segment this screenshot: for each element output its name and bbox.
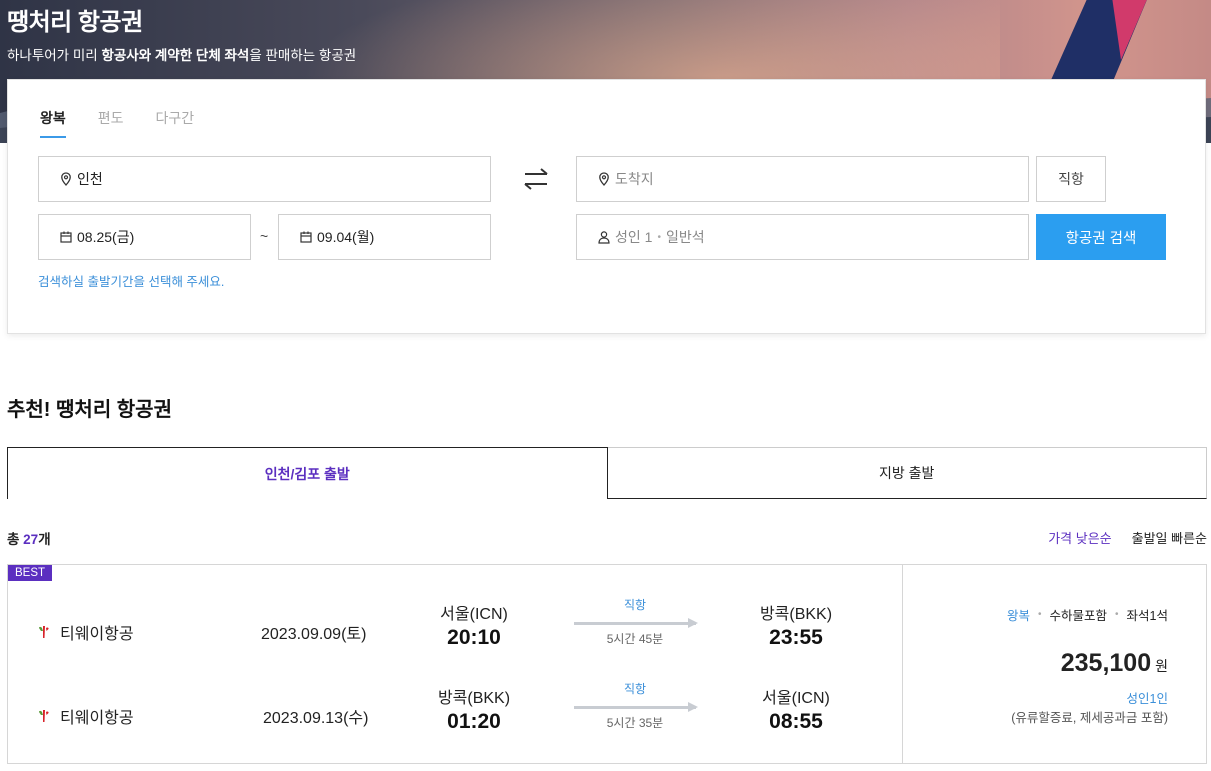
departure-time: 01:20	[447, 710, 501, 733]
outbound-leg: 티웨이항공 2023.09.09(토) 서울(ICN) 20:10 직항 5시간…	[8, 598, 902, 670]
departure-region-tabs: 인천/김포 출발 지방 출발	[7, 447, 1207, 499]
arrival-time: 08:55	[769, 710, 823, 733]
tway-logo-icon	[39, 710, 49, 722]
return-date-value: 09.04(월)	[317, 229, 375, 245]
flight-duration: 5시간 45분	[606, 632, 664, 646]
departure-time: 20:10	[447, 626, 501, 649]
direct-flight-button[interactable]: 직항	[1036, 156, 1106, 202]
swap-arrows-icon[interactable]	[521, 166, 551, 192]
calendar-icon	[299, 230, 313, 244]
origin-value: 인천	[77, 171, 103, 187]
tag-seats: 좌석1석	[1126, 609, 1168, 623]
departure: 방콕(BKK) 01:20	[414, 684, 534, 734]
subtitle-pre: 하나투어가 미리	[7, 48, 102, 63]
tab-oneway[interactable]: 편도	[98, 108, 124, 138]
arrival-city: 방콕(BKK)	[759, 606, 833, 623]
depart-date-field[interactable]: 08.25(금)	[38, 214, 251, 260]
arrival-city: 서울(ICN)	[762, 690, 830, 707]
return-leg: 티웨이항공 2023.09.13(수) 방콕(BKK) 01:20 직항 5시간…	[8, 682, 902, 754]
route-info: 직항 5시간 35분	[574, 680, 696, 731]
fare-included: (유류할증료, 제세공과금 포함)	[1011, 711, 1168, 725]
fare-price: 235,100 원	[1061, 649, 1168, 678]
flight-duration: 5시간 35분	[606, 716, 664, 730]
map-pin-icon	[59, 172, 73, 186]
tab-incheon-gimpo[interactable]: 인천/김포 출발	[7, 447, 608, 499]
best-badge: BEST	[8, 565, 53, 581]
search-panel: 왕복 편도 다구간 인천 도착지 직항 08.25(금) ~ 09.04(월)	[7, 79, 1206, 334]
page-subtitle: 하나투어가 미리 항공사와 계약한 단체 좌석을 판매하는 항공권	[7, 44, 356, 64]
departure-city: 서울(ICN)	[440, 606, 508, 623]
depart-date-value: 08.25(금)	[77, 229, 135, 245]
passenger-field[interactable]: 성인 1 • 일반석	[576, 214, 1029, 260]
tab-roundtrip[interactable]: 왕복	[40, 108, 66, 138]
airline: 티웨이항공	[38, 704, 134, 728]
result-count: 총 27개	[7, 528, 51, 548]
flight-date: 2023.09.09(토)	[261, 626, 367, 643]
destination-field[interactable]: 도착지	[576, 156, 1029, 202]
map-pin-icon	[597, 172, 611, 186]
airline-name: 티웨이항공	[60, 710, 134, 727]
arrival: 방콕(BKK) 23:55	[736, 600, 856, 650]
flight-type: 직항	[623, 682, 647, 696]
departure: 서울(ICN) 20:10	[414, 600, 534, 650]
sort-lowest-price[interactable]: 가격 낮은순	[1048, 528, 1111, 547]
trip-type-tabs: 왕복 편도 다구간	[40, 108, 226, 138]
flight-type: 직항	[623, 598, 647, 612]
flight-search-button[interactable]: 항공권 검색	[1036, 214, 1166, 260]
airline-name: 티웨이항공	[60, 626, 134, 643]
page-title: 땡처리 항공권	[7, 9, 143, 36]
price-panel: 왕복 • 수하물포함 • 좌석1석 235,100 원 성인1인 (유류할증료, …	[903, 565, 1208, 763]
person-icon	[597, 230, 611, 244]
calendar-icon	[59, 230, 73, 244]
tag-baggage: 수하물포함	[1049, 609, 1108, 623]
tab-regional[interactable]: 지방 출발	[607, 447, 1207, 499]
count-number: 27	[23, 532, 39, 547]
tag-separator: •	[1115, 609, 1119, 620]
flight-result-card[interactable]: BEST 티웨이항공 2023.09.09(토) 서울(ICN) 20:10 직…	[7, 564, 1207, 764]
cabin-class: 일반석	[665, 229, 705, 245]
destination-placeholder: 도착지	[615, 171, 654, 187]
subtitle-bold: 항공사와 계약한 단체 좌석	[101, 48, 250, 63]
count-suffix: 개	[38, 532, 51, 547]
subtitle-post: 을 판매하는 항공권	[249, 48, 357, 63]
tway-logo-icon	[39, 626, 49, 638]
price-currency: 원	[1155, 658, 1168, 674]
date-range-separator: ~	[260, 228, 269, 244]
return-date-field[interactable]: 09.04(월)	[278, 214, 491, 260]
fare-pax: 성인1인	[1126, 692, 1168, 706]
arrival: 서울(ICN) 08:55	[736, 684, 856, 734]
count-prefix: 총	[7, 532, 24, 547]
departure-city: 방콕(BKK)	[437, 690, 511, 707]
price-amount: 235,100	[1060, 649, 1152, 677]
passenger-count: 성인 1	[615, 229, 653, 245]
arrival-time: 23:55	[769, 626, 823, 649]
date-hint: 검색하실 출발기간을 선택해 주세요.	[38, 275, 225, 289]
tag-roundtrip: 왕복	[1006, 609, 1030, 623]
route-arrow	[574, 617, 696, 627]
sort-options: 가격 낮은순 출발일 빠른순	[1048, 528, 1207, 547]
route-info: 직항 5시간 45분	[574, 596, 696, 647]
flight-date: 2023.09.13(수)	[263, 710, 369, 727]
origin-field[interactable]: 인천	[38, 156, 491, 202]
route-arrow	[574, 701, 696, 711]
airline: 티웨이항공	[38, 620, 134, 644]
sort-earliest-departure[interactable]: 출발일 빠른순	[1132, 528, 1207, 547]
tag-separator: •	[1038, 609, 1042, 620]
recommend-title: 추천! 땡처리 항공권	[7, 399, 172, 421]
tab-multicity[interactable]: 다구간	[156, 108, 195, 138]
separator-dot: •	[657, 231, 661, 243]
fare-tags: 왕복 • 수하물포함 • 좌석1석	[1007, 605, 1168, 624]
